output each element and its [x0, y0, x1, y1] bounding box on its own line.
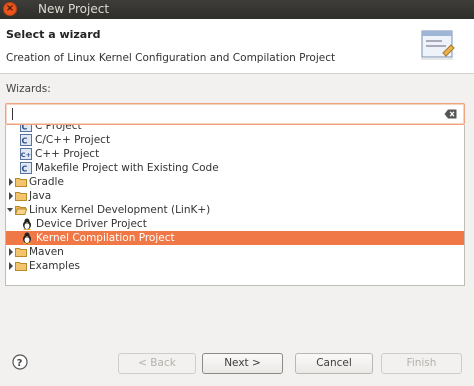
folder-icon — [15, 192, 27, 201]
svg-text:?: ? — [17, 358, 23, 369]
expand-arrow-icon[interactable] — [7, 175, 15, 189]
page-title: Select a wizard — [6, 28, 101, 41]
title-bar: × New Project — [0, 0, 474, 19]
tree-item-kernel-compilation-project[interactable]: Kernel Compilation Project — [6, 231, 464, 245]
cancel-button[interactable]: Cancel — [295, 353, 373, 374]
tree-item-linux-kernel-development[interactable]: Linux Kernel Development (LinK+) — [6, 203, 464, 217]
next-button[interactable]: Next > — [202, 353, 283, 374]
folder-icon — [15, 262, 27, 271]
tree-item-c-project[interactable]: C C Project — [6, 125, 464, 133]
wizard-filter-input[interactable] — [5, 103, 465, 125]
tree-item-label: Examples — [29, 260, 81, 272]
tree-item-maven[interactable]: Maven — [6, 245, 464, 259]
svg-text:C: C — [22, 137, 28, 146]
tree-item-label: Linux Kernel Development (LinK+) — [29, 204, 211, 216]
wizards-label: Wizards: — [6, 83, 51, 95]
folder-open-icon — [15, 206, 27, 215]
tree-item-label: C++ Project — [35, 148, 100, 160]
text-caret — [12, 108, 13, 120]
finish-button[interactable]: Finish — [381, 353, 462, 374]
svg-text:C: C — [22, 165, 28, 174]
wizard-header: Select a wizard Creation of Linux Kernel… — [0, 19, 474, 74]
tree-item-label: Java — [29, 190, 52, 202]
close-window-button[interactable]: × — [3, 2, 17, 16]
tree-item-cpp-project[interactable]: C+ C++ Project — [6, 147, 464, 161]
collapse-arrow-icon[interactable] — [6, 203, 14, 217]
window-title: New Project — [38, 2, 110, 16]
tree-item-label: Device Driver Project — [36, 218, 147, 230]
help-icon[interactable]: ? — [12, 354, 28, 370]
c-project-icon: C — [20, 162, 32, 174]
tree-item-device-driver-project[interactable]: Device Driver Project — [6, 217, 464, 231]
svg-text:C+: C+ — [21, 151, 31, 159]
tree-item-makefile-project[interactable]: C Makefile Project with Existing Code — [6, 161, 464, 175]
back-button[interactable]: < Back — [118, 353, 196, 374]
tree-item-label: C/C++ Project — [35, 134, 111, 146]
tree-item-examples[interactable]: Examples — [6, 259, 464, 273]
clear-filter-icon[interactable] — [444, 109, 457, 119]
page-description: Creation of Linux Kernel Configuration a… — [6, 52, 336, 64]
tree-item-label: Makefile Project with Existing Code — [35, 162, 219, 174]
tree-item-label: C Project — [35, 125, 82, 132]
tree-item-java[interactable]: Java — [6, 189, 464, 203]
tux-icon — [23, 232, 31, 244]
expand-arrow-icon[interactable] — [7, 245, 15, 259]
tree-item-gradle[interactable]: Gradle — [6, 175, 464, 189]
c-project-icon: C — [20, 125, 32, 132]
wizard-tree[interactable]: C C Project C C/C++ Project C+ C++ Proje… — [5, 125, 465, 286]
tree-item-label: Maven — [29, 246, 64, 258]
expand-arrow-icon[interactable] — [7, 259, 15, 273]
folder-icon — [15, 248, 27, 257]
c-project-icon: C — [20, 134, 32, 146]
tree-item-label: Gradle — [29, 176, 64, 188]
folder-icon — [15, 178, 27, 187]
tree-item-label: Kernel Compilation Project — [36, 232, 175, 244]
svg-text:C: C — [22, 125, 28, 132]
tree-item-c-cpp-project[interactable]: C C/C++ Project — [6, 133, 464, 147]
tux-icon — [23, 218, 31, 230]
expand-arrow-icon[interactable] — [7, 189, 15, 203]
wizard-banner-icon — [421, 30, 455, 60]
cpp-project-icon: C+ — [20, 148, 32, 160]
